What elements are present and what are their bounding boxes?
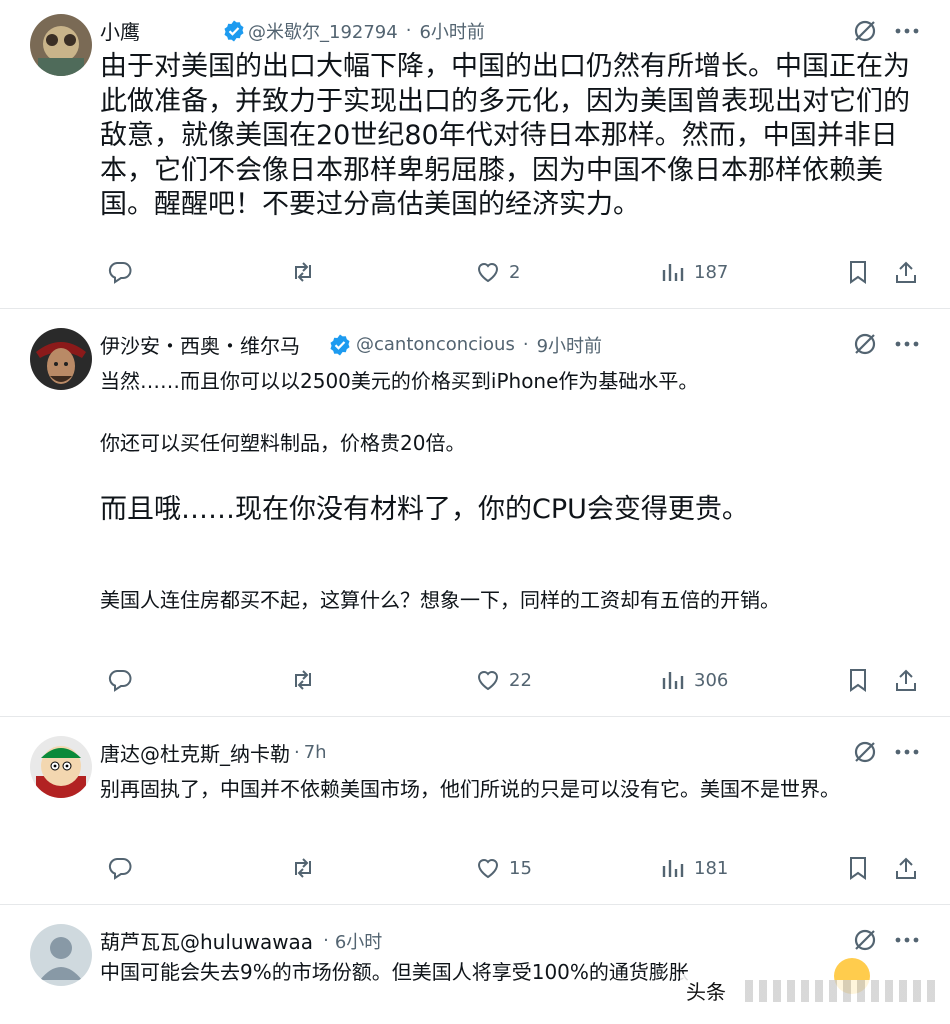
- separator-dot: ·: [522, 334, 529, 355]
- post-text: 别再固执了，中国并不依赖美国市场，他们所说的只是可以没有它。美国不是世界。: [100, 777, 840, 801]
- post-divider: [0, 904, 950, 905]
- post-time[interactable]: 7h: [304, 742, 327, 763]
- avatar[interactable]: [30, 328, 92, 390]
- grok-icon[interactable]: [852, 927, 878, 953]
- watermark-blur: [745, 980, 935, 1002]
- post-time[interactable]: 6小时: [335, 928, 382, 954]
- grok-icon[interactable]: [852, 739, 878, 765]
- like-button[interactable]: 2: [475, 259, 520, 285]
- grok-icon[interactable]: [852, 18, 878, 44]
- repost-icon: [295, 262, 311, 282]
- like-count: 22: [509, 669, 532, 691]
- view-count: 306: [694, 669, 729, 691]
- like-icon: [477, 859, 499, 879]
- share-button[interactable]: [893, 855, 919, 881]
- post-text: 中国可能会失去9%的市场份额。但美国人将享受100%的通货膨胀: [100, 960, 689, 984]
- like-button[interactable]: 15: [475, 855, 532, 881]
- author-name[interactable]: 小鹰: [100, 16, 140, 45]
- share-icon: [896, 261, 916, 283]
- bookmark-icon: [850, 669, 866, 692]
- like-icon: [477, 263, 499, 283]
- share-icon: [896, 669, 916, 691]
- verified-icon: [222, 19, 246, 43]
- repost-icon: [295, 670, 311, 690]
- views-button[interactable]: 187: [660, 259, 728, 285]
- separator-dot: ·: [323, 930, 329, 951]
- bookmark-button[interactable]: [845, 855, 871, 881]
- reply-button[interactable]: [107, 855, 133, 881]
- views-icon: [662, 672, 684, 689]
- repost-button[interactable]: [290, 855, 316, 881]
- bookmark-button[interactable]: [845, 259, 871, 285]
- author-name[interactable]: 伊沙安・西奥・维尔马: [100, 330, 300, 359]
- watermark-label: 头条: [680, 974, 732, 1007]
- like-icon: [477, 671, 499, 691]
- post-divider: [0, 308, 950, 309]
- views-button[interactable]: 181: [660, 855, 728, 881]
- share-icon: [896, 857, 916, 879]
- avatar[interactable]: [30, 736, 92, 798]
- post-paragraph: 你还可以买任何塑料制品，价格贵20倍。: [100, 431, 466, 455]
- post-paragraph: 当然……而且你可以以2500美元的价格买到iPhone作为基础水平。: [100, 369, 699, 393]
- reply-icon: [108, 262, 132, 284]
- reply-button[interactable]: [107, 259, 133, 285]
- bookmark-icon: [850, 261, 866, 284]
- separator-dot: ·: [294, 742, 300, 763]
- separator-dot: ·: [405, 20, 412, 41]
- reply-button[interactable]: [107, 667, 133, 693]
- author-name[interactable]: 唐达@杜克斯_纳卡勒: [100, 738, 290, 767]
- author-name[interactable]: 葫芦瓦瓦@huluwawaa: [100, 926, 313, 955]
- post-text: 由于对美国的出口大幅下降，中国的出口仍然有所增长。中国正在为此做准备，并致力于实…: [100, 51, 910, 220]
- post-time[interactable]: 9小时前: [537, 332, 602, 358]
- author-handle[interactable]: @米歇尔_192794: [248, 18, 398, 44]
- bookmark-icon: [850, 857, 866, 880]
- post-paragraph: 而且哦……现在你没有材料了，你的CPU会变得更贵。: [100, 494, 749, 525]
- post-divider: [0, 716, 950, 717]
- post-time[interactable]: 6小时前: [419, 18, 484, 44]
- views-icon: [662, 860, 684, 877]
- like-button[interactable]: 22: [475, 667, 532, 693]
- author-handle[interactable]: @cantonconcious: [356, 334, 515, 355]
- reply-icon: [108, 670, 132, 692]
- like-count: 2: [509, 261, 521, 283]
- reply-icon: [108, 858, 132, 880]
- more-icon[interactable]: [894, 927, 920, 953]
- bookmark-button[interactable]: [845, 667, 871, 693]
- view-count: 181: [694, 857, 729, 879]
- repost-button[interactable]: [290, 259, 316, 285]
- repost-icon: [295, 858, 311, 878]
- share-button[interactable]: [893, 667, 919, 693]
- share-button[interactable]: [893, 259, 919, 285]
- more-icon[interactable]: [894, 18, 920, 44]
- verified-icon: [328, 333, 352, 357]
- post-paragraph: 美国人连住房都买不起，这算什么？想象一下，同样的工资却有五倍的开销。: [100, 588, 780, 612]
- like-count: 15: [509, 857, 532, 879]
- views-button[interactable]: 306: [660, 667, 728, 693]
- avatar[interactable]: [30, 924, 92, 986]
- views-icon: [662, 264, 684, 281]
- repost-button[interactable]: [290, 667, 316, 693]
- more-icon[interactable]: [894, 331, 920, 357]
- view-count: 187: [694, 261, 729, 283]
- grok-icon[interactable]: [852, 331, 878, 357]
- avatar[interactable]: [30, 14, 92, 76]
- more-icon[interactable]: [894, 739, 920, 765]
